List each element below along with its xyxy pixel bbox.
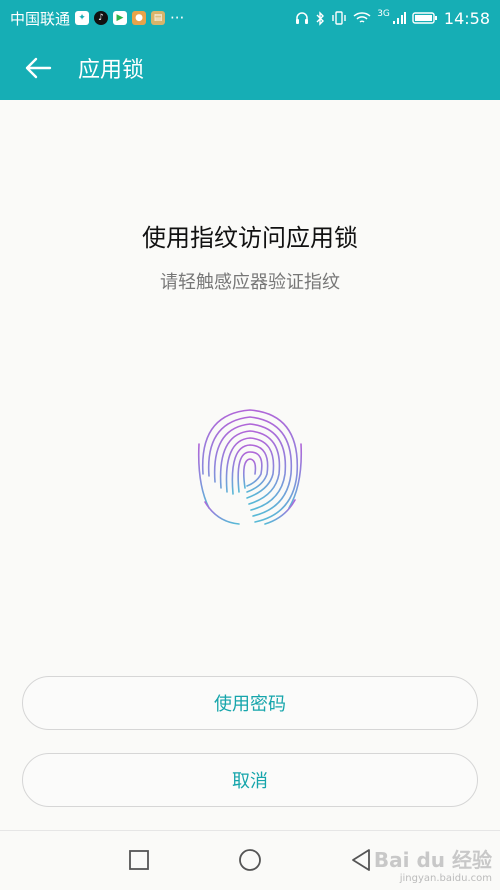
fingerprint-icon <box>197 409 303 525</box>
use-password-button[interactable]: 使用密码 <box>22 676 478 730</box>
home-button[interactable] <box>235 845 265 875</box>
watermark-url: jingyan.baidu.com <box>399 873 492 884</box>
back-button[interactable] <box>18 48 58 88</box>
file-notification-icon: ▤ <box>151 11 166 25</box>
play-notification-icon: ▶ <box>113 11 128 25</box>
notification-app-icon: ✦ <box>75 11 90 25</box>
watermark-brand: Bai du 经验 <box>373 848 492 872</box>
prompt-subheading: 请轻触感应器验证指纹 <box>160 272 340 293</box>
system-back-button[interactable] <box>346 845 376 875</box>
app-bar: 应用锁 <box>0 36 500 100</box>
recent-apps-button[interactable] <box>124 845 154 875</box>
game-notification-icon: ● <box>132 11 147 25</box>
home-icon <box>239 849 261 871</box>
wifi-icon <box>353 12 371 23</box>
signal-icon <box>392 12 406 24</box>
vibrate-icon <box>332 11 346 25</box>
watermark: Bai du 经验 jingyan.baidu.com <box>374 844 492 884</box>
status-bar: 中国联通 ✦ ♪ ▶ ● ▤ ··· 3G 14:58 <box>0 0 500 36</box>
recent-apps-icon <box>129 850 149 870</box>
bluetooth-icon <box>316 10 325 26</box>
tiktok-notification-icon: ♪ <box>94 11 109 25</box>
cancel-button[interactable]: 取消 <box>22 753 478 807</box>
clock-label: 14:58 <box>443 8 490 28</box>
battery-icon <box>412 12 437 24</box>
more-notifications-icon: ··· <box>170 9 185 27</box>
network-type-label: 3G <box>377 9 390 19</box>
back-arrow-icon <box>25 57 52 79</box>
prompt-heading: 使用指纹访问应用锁 <box>142 224 358 252</box>
page-title: 应用锁 <box>78 58 145 83</box>
carrier-label: 中国联通 <box>10 9 71 28</box>
headset-icon <box>296 12 309 24</box>
back-triangle-icon <box>352 849 370 871</box>
navigation-bar: Bai du 经验 jingyan.baidu.com <box>0 830 500 890</box>
